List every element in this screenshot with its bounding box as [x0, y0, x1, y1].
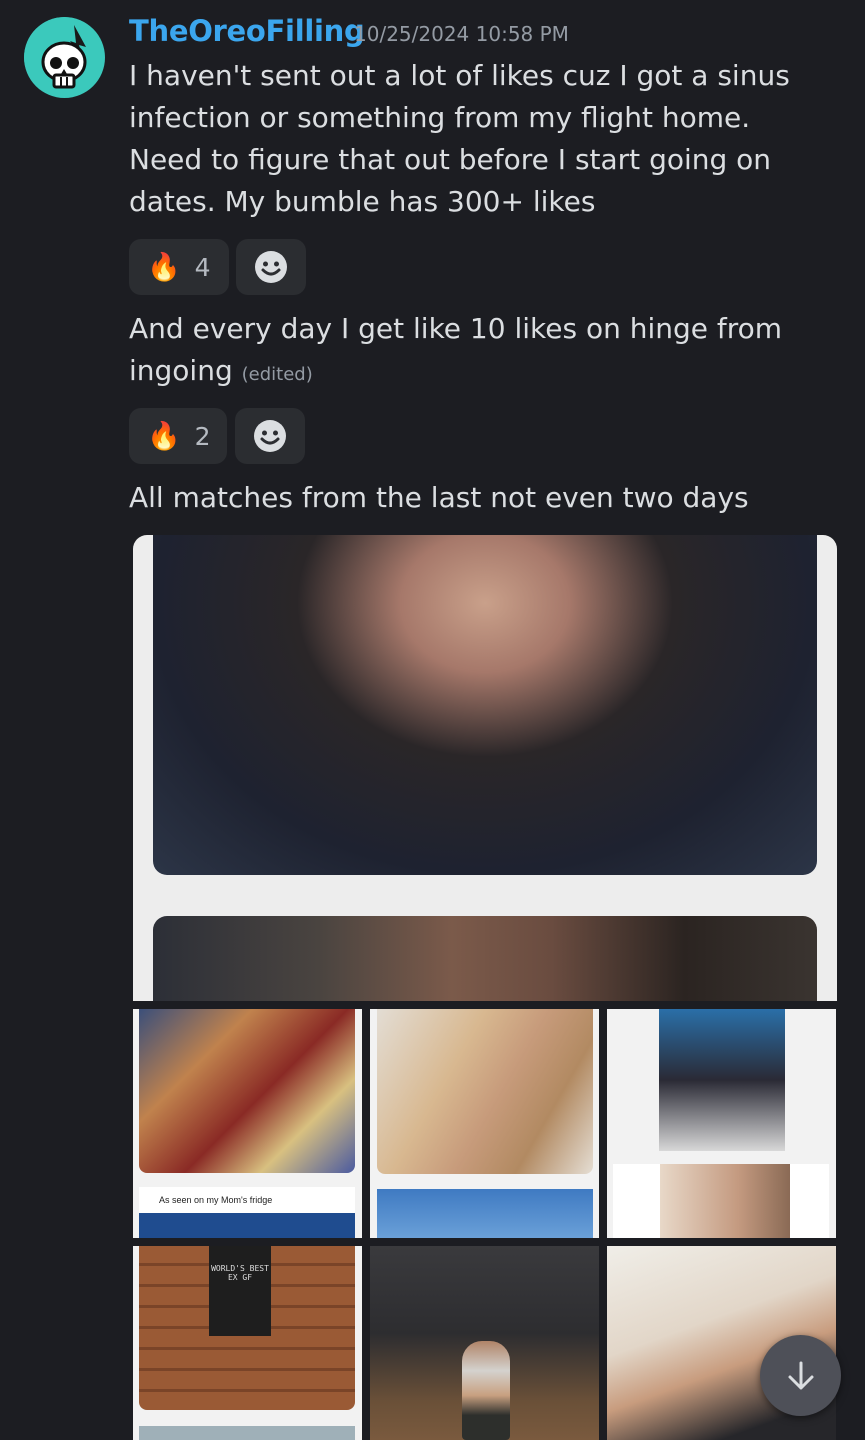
photo — [659, 1009, 785, 1151]
photo — [377, 1009, 593, 1174]
shirt-text: WORLD'S BEST EX GF — [211, 1264, 269, 1282]
reaction-fire[interactable]: 🔥 4 — [129, 239, 229, 295]
message-text: I haven't sent out a lot of likes cuz I … — [129, 59, 790, 218]
reaction-count: 2 — [194, 421, 211, 451]
photo-caption-card: As seen on my Mom's fridge — [139, 1187, 355, 1238]
message-body: And every day I get like 10 likes on hin… — [129, 312, 783, 387]
reaction-count: 4 — [194, 252, 211, 282]
user-avatar[interactable] — [24, 17, 105, 98]
photo-caption: As seen on my Mom's fridge — [159, 1195, 273, 1205]
edited-label: (edited) — [241, 364, 313, 385]
jump-to-bottom-button[interactable] — [760, 1335, 841, 1416]
smiley-icon — [254, 420, 286, 452]
arrow-down-icon — [788, 1361, 813, 1389]
add-reaction-button[interactable] — [236, 239, 306, 295]
photo-subject — [462, 1341, 510, 1440]
reaction-fire[interactable]: 🔥 2 — [129, 408, 227, 464]
fire-emoji: 🔥 — [147, 252, 181, 283]
smiley-icon — [255, 251, 287, 283]
photo — [139, 1009, 355, 1173]
image-attachment[interactable] — [370, 1246, 599, 1440]
skull-icon — [24, 17, 104, 97]
message-text: And every day I get like 10 likes on hin… — [129, 308, 829, 396]
photo — [377, 1189, 593, 1238]
fire-emoji: 🔥 — [147, 421, 181, 452]
timestamp: 10/25/2024 10:58 PM — [354, 22, 569, 46]
image-attachment-main[interactable] — [133, 535, 837, 1001]
photo: WORLD'S BEST EX GF — [139, 1246, 355, 1410]
image-attachment[interactable] — [607, 1009, 836, 1238]
photo — [660, 1164, 790, 1238]
image-attachment[interactable]: WORLD'S BEST EX GF — [133, 1246, 362, 1440]
profile-photo — [153, 535, 817, 875]
username[interactable]: TheOreoFilling — [129, 14, 365, 48]
message-text: All matches from the last not even two d… — [129, 481, 749, 514]
add-reaction-button[interactable] — [235, 408, 305, 464]
profile-photo-2 — [153, 916, 817, 1001]
image-attachment[interactable]: As seen on my Mom's fridge — [133, 1009, 362, 1238]
image-attachment[interactable] — [370, 1009, 599, 1238]
